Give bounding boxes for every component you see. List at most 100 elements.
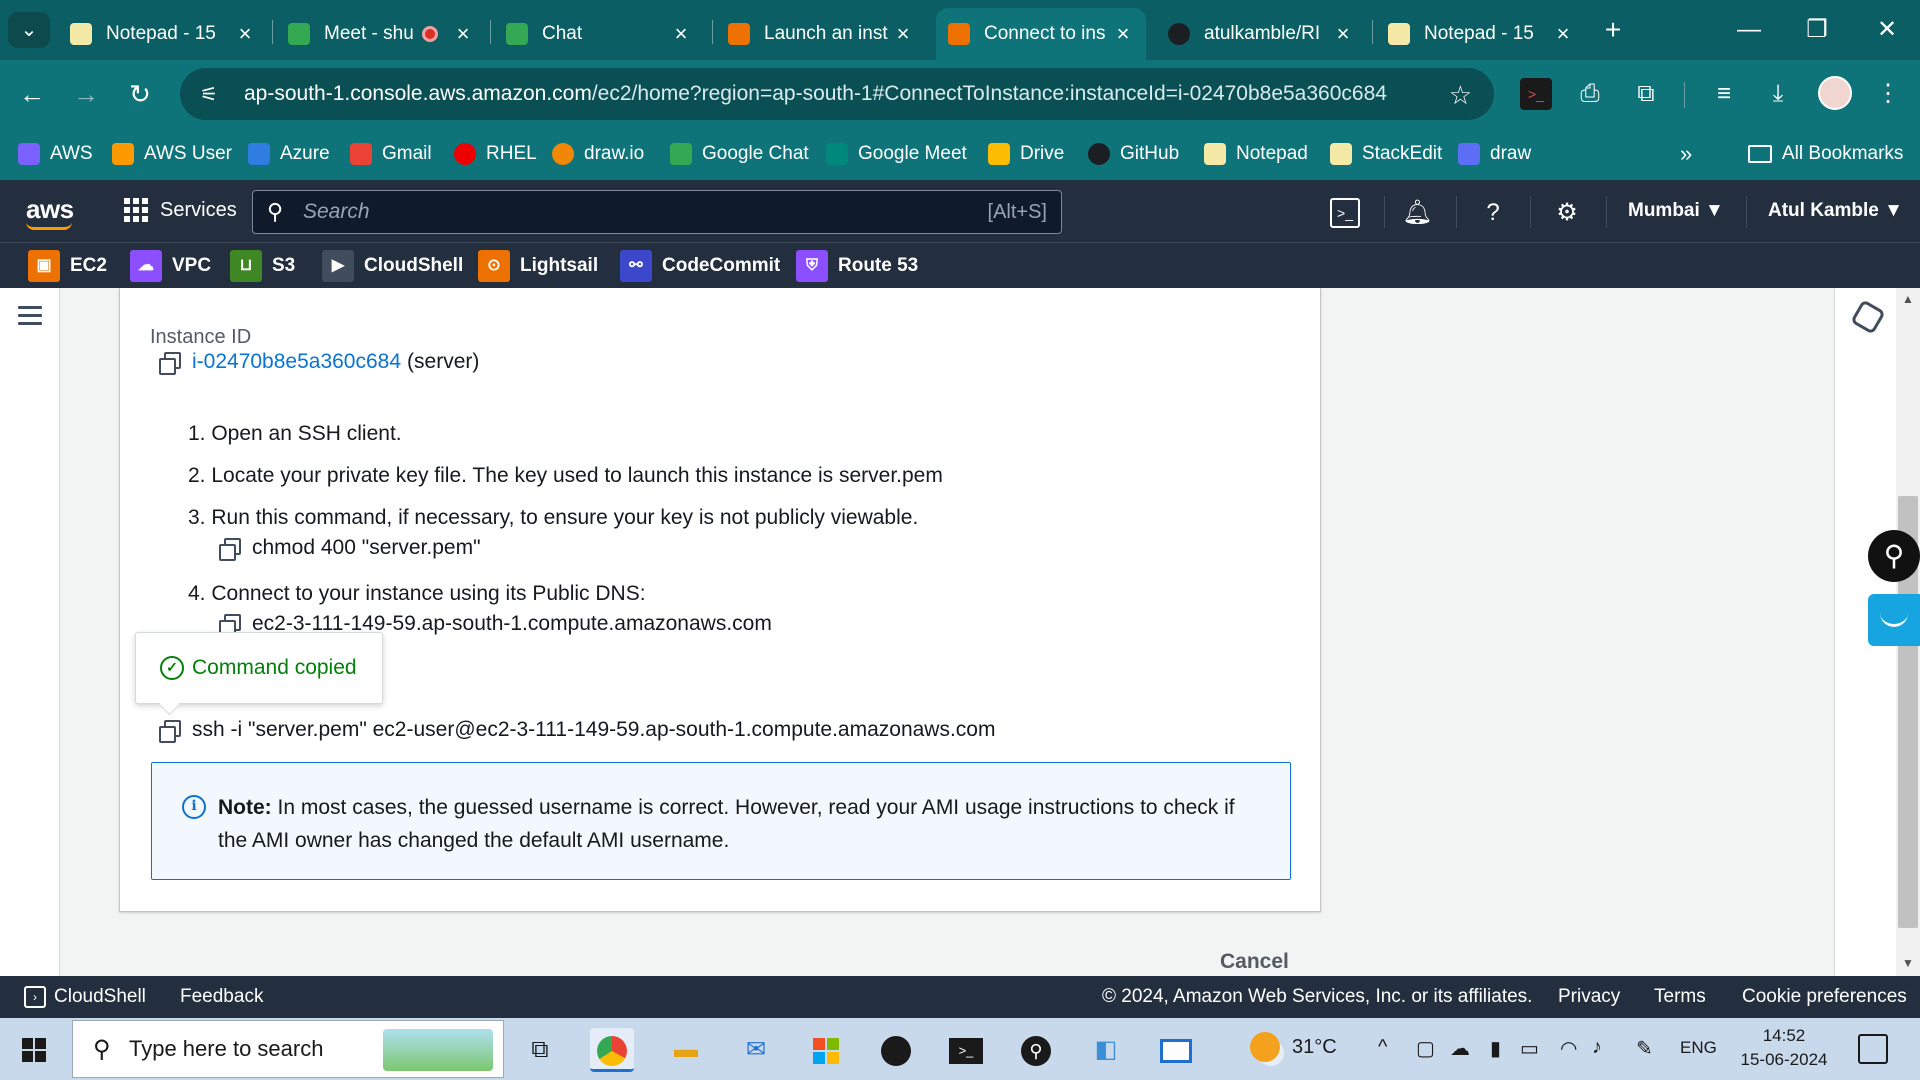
downloads-icon[interactable]: ⤓ bbox=[1762, 78, 1794, 110]
close-window-button[interactable]: ✕ bbox=[1862, 10, 1912, 50]
footer-terms-link[interactable]: Terms bbox=[1654, 986, 1706, 1008]
task-view-icon[interactable]: ⧉ bbox=[518, 1028, 562, 1072]
hamburger-menu-icon[interactable] bbox=[18, 306, 42, 330]
pen-icon[interactable]: ✎ bbox=[1636, 1036, 1653, 1061]
footer-privacy-link[interactable]: Privacy bbox=[1558, 986, 1620, 1008]
help-panel-hexagon-icon[interactable] bbox=[1850, 299, 1886, 335]
close-icon[interactable]: × bbox=[234, 21, 256, 47]
tab-connect-to-instance[interactable]: Connect to ins × bbox=[936, 8, 1146, 60]
tab-google-chat[interactable]: Chat × bbox=[494, 8, 704, 60]
back-button[interactable]: ← bbox=[12, 74, 52, 114]
account-menu[interactable]: Atul Kamble ▼ bbox=[1768, 200, 1903, 222]
close-icon[interactable]: × bbox=[452, 21, 474, 47]
remote-desktop-icon[interactable] bbox=[1154, 1028, 1198, 1072]
copy-icon[interactable] bbox=[158, 351, 181, 375]
aws-search-input[interactable]: ⚲ Search [Alt+S] bbox=[252, 190, 1062, 234]
tab-github[interactable]: atulkamble/RI × bbox=[1156, 8, 1366, 60]
copy-icon[interactable] bbox=[218, 537, 241, 561]
volume-icon[interactable]: ♪ bbox=[1592, 1036, 1602, 1059]
bookmark-azure[interactable]: Azure bbox=[248, 140, 330, 168]
notes-app-icon[interactable]: ◧ bbox=[1084, 1028, 1128, 1072]
favorite-codecommit[interactable]: ⚯ CodeCommit bbox=[620, 249, 780, 283]
pin-widget-icon[interactable]: ⚲ bbox=[1868, 530, 1920, 582]
close-icon[interactable]: × bbox=[1332, 21, 1354, 47]
system-clock[interactable]: 14:52 15-06-2024 bbox=[1736, 1024, 1832, 1072]
footer-cookie-preferences-link[interactable]: Cookie preferences bbox=[1742, 986, 1907, 1008]
tab-notepad-2[interactable]: Notepad - 15 × bbox=[1376, 8, 1586, 60]
bookmark-aws[interactable]: AWS bbox=[18, 140, 93, 168]
browser-menu-icon[interactable]: ⋮ bbox=[1872, 78, 1904, 110]
minimize-button[interactable]: — bbox=[1724, 10, 1774, 50]
battery-icon[interactable]: ▭ bbox=[1520, 1036, 1539, 1061]
chrome-taskbar-icon[interactable] bbox=[590, 1028, 634, 1072]
all-bookmarks-button[interactable]: All Bookmarks bbox=[1748, 140, 1903, 168]
forward-button[interactable]: → bbox=[66, 74, 106, 114]
tab-google-meet[interactable]: Meet - shu × bbox=[276, 8, 486, 60]
print-extension-icon[interactable]: ⎙ bbox=[1574, 78, 1606, 110]
mail-icon[interactable]: ✉ bbox=[734, 1028, 778, 1072]
favorite-cloudshell[interactable]: ▶ CloudShell bbox=[322, 249, 463, 283]
more-bookmarks-button[interactable]: » bbox=[1680, 140, 1692, 168]
region-selector[interactable]: Mumbai ▼ bbox=[1628, 200, 1724, 222]
bookmark-drive[interactable]: Drive bbox=[988, 140, 1064, 168]
file-explorer-icon[interactable]: ▬ bbox=[664, 1028, 708, 1072]
obs-studio-icon[interactable] bbox=[874, 1028, 918, 1072]
weather-widget[interactable]: 31°C bbox=[1250, 1032, 1337, 1062]
instance-id-link[interactable]: i-02470b8e5a360c684 bbox=[192, 350, 401, 374]
bookmark-star-icon[interactable]: ☆ bbox=[1449, 80, 1472, 111]
bookmark-aws-user[interactable]: AWS User bbox=[112, 140, 232, 168]
microsoft-store-icon[interactable] bbox=[804, 1028, 848, 1072]
close-icon[interactable]: × bbox=[670, 21, 692, 47]
bookmark-stackedit[interactable]: StackEdit bbox=[1330, 140, 1442, 168]
profile-avatar[interactable] bbox=[1818, 76, 1852, 110]
show-hidden-icons-chevron-icon[interactable]: ^ bbox=[1378, 1036, 1387, 1059]
favorite-lightsail[interactable]: ⊙ Lightsail bbox=[478, 249, 598, 283]
reload-button[interactable]: ↻ bbox=[120, 74, 160, 114]
favorite-ec2[interactable]: ▣ EC2 bbox=[28, 249, 107, 283]
cancel-button[interactable]: Cancel bbox=[1220, 950, 1289, 974]
address-bar[interactable]: ⚟ ap-south-1.console.aws.amazon.com/ec2/… bbox=[180, 68, 1494, 120]
cloudshell-icon[interactable]: >_ bbox=[1330, 198, 1360, 228]
close-icon[interactable]: × bbox=[1112, 21, 1134, 47]
footer-feedback-link[interactable]: Feedback bbox=[180, 986, 263, 1008]
onedrive-cloud-icon[interactable]: ☁ bbox=[1450, 1036, 1470, 1061]
bookmark-notepad[interactable]: Notepad bbox=[1204, 140, 1308, 168]
terminal-extension-icon[interactable]: >_ bbox=[1520, 78, 1552, 110]
restore-button[interactable]: ❐ bbox=[1792, 10, 1842, 50]
settings-gear-icon[interactable]: ⚙ bbox=[1552, 198, 1582, 228]
bookmark-github[interactable]: GitHub bbox=[1088, 140, 1179, 168]
new-tab-button[interactable]: + bbox=[1596, 14, 1630, 48]
smile-widget-icon[interactable] bbox=[1868, 594, 1920, 646]
windows-start-icon[interactable] bbox=[22, 1038, 46, 1062]
language-indicator[interactable]: ENG bbox=[1680, 1038, 1717, 1058]
microphone-icon[interactable]: ▮ bbox=[1490, 1036, 1501, 1061]
services-menu[interactable]: Services bbox=[124, 198, 237, 222]
scroll-down-arrow-icon[interactable]: ▼ bbox=[1900, 956, 1916, 970]
extensions-puzzle-icon[interactable]: ⧉ bbox=[1630, 78, 1662, 110]
bookmark-google-meet[interactable]: Google Meet bbox=[826, 140, 967, 168]
wifi-icon[interactable]: ◠ bbox=[1560, 1036, 1577, 1061]
tab-search-button[interactable]: ⌄ bbox=[8, 12, 50, 48]
scroll-up-arrow-icon[interactable]: ▲ bbox=[1900, 292, 1916, 306]
terminal-icon[interactable]: >_ bbox=[944, 1028, 988, 1072]
notification-center-icon[interactable] bbox=[1858, 1034, 1888, 1064]
notifications-bell-icon[interactable]: 🔔︎ bbox=[1402, 198, 1432, 228]
bookmark-gmail[interactable]: Gmail bbox=[350, 140, 432, 168]
close-icon[interactable]: × bbox=[1552, 21, 1574, 47]
copy-icon[interactable] bbox=[158, 719, 181, 743]
bookmark-drawio[interactable]: draw.io bbox=[552, 140, 644, 168]
taskbar-search-box[interactable]: ⚲ Type here to search bbox=[72, 1020, 504, 1078]
aws-logo[interactable]: aws bbox=[26, 194, 74, 225]
bookmark-rhel[interactable]: RHEL bbox=[454, 140, 537, 168]
reading-list-icon[interactable]: ≡ bbox=[1708, 78, 1740, 110]
bookmark-draw[interactable]: draw bbox=[1458, 140, 1531, 168]
favorite-vpc[interactable]: ☁ VPC bbox=[130, 249, 211, 283]
close-icon[interactable]: × bbox=[892, 21, 914, 47]
footer-cloudshell-button[interactable]: › CloudShell bbox=[24, 986, 146, 1008]
help-icon[interactable]: ? bbox=[1478, 198, 1508, 228]
tab-launch-instance[interactable]: Launch an inst × bbox=[716, 8, 926, 60]
meet-now-icon[interactable]: ▢ bbox=[1416, 1036, 1435, 1061]
lightbulb-app-icon[interactable]: ⚲ bbox=[1014, 1028, 1058, 1072]
site-info-icon[interactable]: ⚟ bbox=[200, 82, 230, 107]
tab-notepad-1[interactable]: Notepad - 15 × bbox=[58, 8, 268, 60]
